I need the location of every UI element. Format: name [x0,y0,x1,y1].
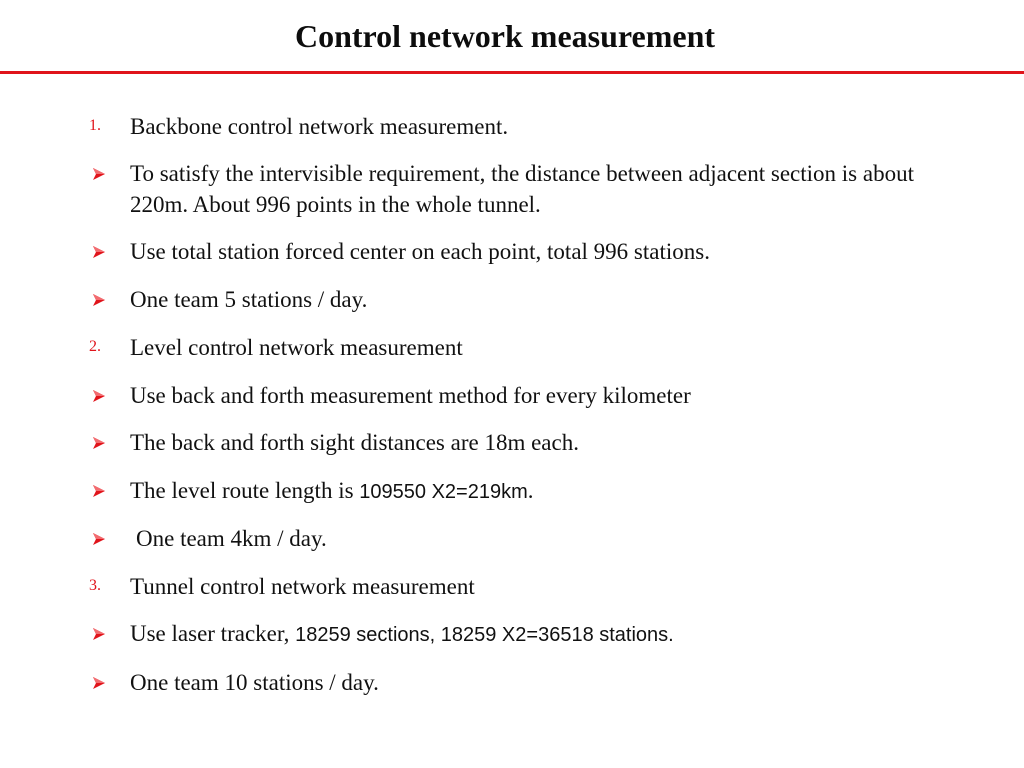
arrowhead-bullet-icon [92,167,106,181]
item-text: One team 4km / day. [136,526,327,551]
slide-title: Control network measurement [294,18,716,54]
arrowhead-bullet-icon [92,245,106,259]
item-text: Use laser tracker, 18259 sections, 18259… [130,618,970,651]
item-text: Backbone control network measurement. [130,114,509,139]
arrowhead-bullet-icon [92,484,106,498]
item-text: Level control network measurement [130,335,463,360]
title-divider [0,71,1024,74]
arrowhead-bullet-icon [92,389,106,403]
item-text-serif: The level route length is [130,478,360,503]
item-text: The back and forth sight distances are 1… [130,430,579,455]
item-text: Use back and forth measurement method fo… [130,383,691,408]
item-text: The level route length is 109550 X2=219k… [130,475,970,508]
arrowhead-bullet-icon [92,627,106,641]
item-text: Use total station forced center on each … [130,239,710,264]
item-text-tail: . [527,478,534,503]
arrowhead-bullet-icon [92,532,106,546]
item-text: One team 10 stations / day. [130,670,379,695]
item-text: To satisfy the intervisible requirement,… [130,161,914,217]
arrowhead-bullet-icon [92,436,106,450]
item-number: 3. [89,577,101,594]
item-text-sans: 18259 sections, 18259 X2=36518 stations. [295,624,674,646]
item-text: Tunnel control network measurement [130,574,475,599]
item-text-sans: 109550 X2=219km [359,481,528,503]
arrowhead-bullet-icon [92,293,106,307]
item-number: 2. [89,338,101,355]
item-text-serif: Use laser tracker, [130,621,296,646]
item-number: 1. [89,117,101,134]
arrowhead-bullet-icon [92,676,106,690]
item-text: One team 5 stations / day. [130,287,368,312]
